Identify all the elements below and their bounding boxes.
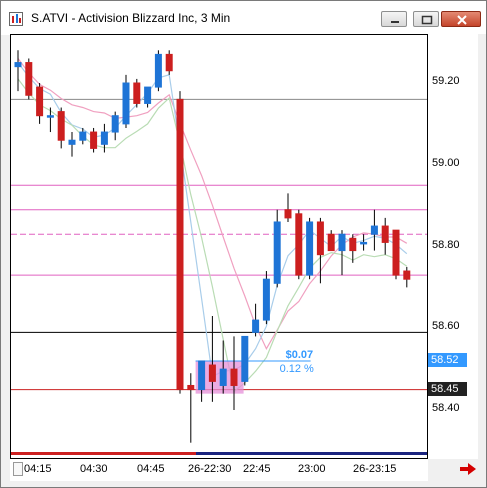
- session-strip: [196, 452, 427, 455]
- candle-body: [252, 319, 260, 333]
- close-icon: [457, 15, 467, 25]
- candle-body: [208, 364, 216, 382]
- window-title: S.ATVI - Activision Blizzard Inc, 3 Min: [31, 11, 231, 25]
- session-strip: [11, 452, 196, 455]
- candle-body: [403, 270, 411, 280]
- chart-app-icon: [9, 12, 23, 26]
- price-tick-label: 58.60: [432, 320, 460, 333]
- time-tick-label: 04:15: [24, 463, 52, 475]
- time-tick-label: 26-23:15: [353, 463, 397, 475]
- candle-body: [79, 131, 87, 141]
- price-chart-area[interactable]: $0.07 0.12 %: [10, 34, 428, 459]
- title-bar[interactable]: S.ATVI - Activision Blizzard Inc, 3 Min: [1, 1, 486, 35]
- measure-change-label: $0.07: [286, 349, 314, 361]
- candle-body: [57, 111, 65, 141]
- candle-body: [198, 360, 206, 391]
- candle-body: [392, 229, 400, 276]
- price-tick-label: 58.40: [432, 402, 460, 414]
- candle-body: [111, 115, 119, 133]
- time-tick-label: 22:45: [243, 463, 271, 475]
- last-price-badge: 58.52: [428, 352, 467, 367]
- scroll-to-latest-arrow-icon[interactable]: [459, 462, 477, 476]
- candle-body: [316, 221, 324, 256]
- candle-body: [306, 221, 314, 276]
- candle-body: [165, 53, 173, 72]
- measure-percent-label: 0.12 %: [280, 363, 314, 375]
- candle-body: [46, 115, 54, 118]
- candle-body: [230, 368, 238, 386]
- time-scroll-thumb[interactable]: [13, 462, 23, 476]
- candle-body: [154, 53, 162, 88]
- candle-body: [100, 131, 108, 145]
- candle-body: [349, 237, 357, 252]
- candle-body: [68, 139, 76, 145]
- candle-body: [219, 368, 227, 386]
- candle-body: [284, 209, 292, 219]
- maximize-icon: [421, 15, 433, 25]
- maximize-button[interactable]: [413, 11, 439, 27]
- candle-body: [14, 62, 22, 68]
- candle-body: [360, 241, 368, 245]
- candle-body: [273, 221, 281, 284]
- moving-average-line: [17, 58, 408, 350]
- candle-body: [90, 131, 98, 149]
- candle-body: [241, 335, 249, 382]
- candle-body: [370, 225, 378, 235]
- candle-body: [338, 233, 346, 252]
- candle-body: [187, 384, 195, 391]
- minimize-button[interactable]: [381, 11, 407, 27]
- time-axis[interactable]: 04:15 04:30 04:45 26-22:30 22:45 23:00 2…: [10, 459, 428, 481]
- candle-body: [144, 86, 152, 104]
- chart-window: S.ATVI - Activision Blizzard Inc, 3 Min …: [0, 0, 487, 488]
- candle-body: [122, 82, 130, 125]
- price-tick-label: 59.20: [432, 75, 460, 87]
- candle-body: [327, 233, 335, 252]
- candle-body: [262, 278, 270, 321]
- candle-body: [36, 86, 44, 117]
- candle-body: [176, 98, 184, 391]
- candle-body: [295, 213, 303, 276]
- close-button[interactable]: [441, 11, 481, 27]
- candle-body: [25, 62, 33, 96]
- candle-body: [133, 82, 141, 104]
- price-chart: $0.07 0.12 %: [11, 50, 427, 455]
- price-tick-label: 58.80: [432, 238, 460, 251]
- time-tick-label: 23:00: [298, 463, 326, 475]
- time-tick-label: 04:45: [137, 463, 165, 475]
- reference-price-badge: 58.45: [428, 381, 467, 396]
- candle-body: [381, 225, 389, 243]
- price-axis[interactable]: 59.20 59.00 58.80 58.60 58.40 58.52 58.4…: [428, 34, 478, 459]
- minimize-icon: [391, 21, 399, 23]
- time-tick-label: 26-22:30: [188, 463, 232, 475]
- time-tick-label: 04:30: [80, 463, 108, 475]
- price-tick-label: 59.00: [432, 156, 460, 169]
- vertical-scroll-strip[interactable]: [478, 34, 486, 459]
